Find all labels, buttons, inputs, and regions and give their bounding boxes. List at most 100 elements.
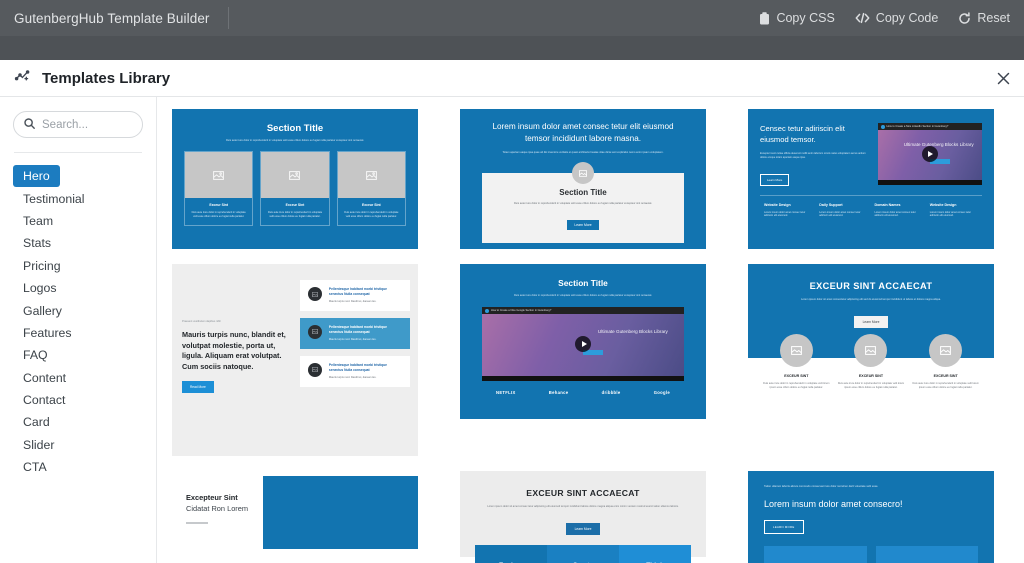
brand-logo: Google [653,390,670,395]
image-placeholder-icon [572,162,594,184]
template-card-2[interactable]: Lorem insum dolor amet consec tetur elit… [460,109,706,249]
template-6-button[interactable]: Learn More [853,316,889,328]
copy-code-label: Copy Code [875,11,939,25]
template-3-col-text: Lorem insum dolor amet consec tetur adir… [929,210,972,218]
sidebar-item-team[interactable]: Team [13,210,63,232]
sidebar-item-contact[interactable]: Contact [13,389,75,411]
search-field[interactable] [13,111,143,138]
sidebar-item-pricing[interactable]: Pricing [13,255,71,277]
app-toolbar: GutenbergHub Template Builder Copy CSS C… [0,0,1024,36]
template-4-feature-card: Pellentesque habitant morbi tristique se… [299,280,410,311]
sidebar-item-faq[interactable]: FAQ [13,344,58,366]
template-card-1[interactable]: Section Title Duis aute irure dolor in r… [172,109,418,249]
template-7-title-rest: Cidatat Ron Lorem [186,503,249,513]
image-placeholder-icon [929,334,963,367]
template-7-title-bold: Excepteur Sint [186,493,238,502]
sidebar-item-slider[interactable]: Slider [13,434,64,456]
template-6-column: EXCEUR SINT Duis aute irure dolor in rep… [911,334,980,389]
play-icon[interactable] [921,146,938,162]
template-3-button[interactable]: Learn More [760,173,790,186]
sidebar-item-label: Content [23,370,67,385]
template-card-9[interactable]: Tation ullamco laboris alicuis commodo c… [748,471,994,563]
sidebar-item-label: Contact [23,393,66,408]
video-overlay-text: Ultimate Gutenberg Blocks Library [903,141,974,147]
copy-code-button[interactable]: Copy Code [855,11,939,25]
template-3-video[interactable]: How to Create a Nice LinkedIn Section in… [877,123,982,185]
code-icon [855,12,870,24]
template-2-panel-button[interactable]: Learn More [567,219,599,230]
template-1-col-title: Exceur Sint [285,203,305,207]
template-8-subtitle: Lorem ipsum dolor sit amet consec tetur … [487,505,679,508]
template-3-col-title: Domain Names [874,202,901,207]
template-2-subtitle: Totam aperiam eaque ipsa quae ab illo in… [502,151,664,154]
play-icon[interactable] [575,336,591,352]
sidebar-item-hero[interactable]: Hero [13,165,60,188]
template-card-7[interactable]: Excepteur Sint Cidatat Ron Lorem [172,471,418,549]
template-4-button[interactable]: Read More [182,381,214,393]
sidebar-item-gallery[interactable]: Gallery [13,300,72,322]
search-icon [24,116,35,134]
toolbar-actions: Copy CSS Copy Code Reset [759,11,1010,25]
sidebar-item-testimonial[interactable]: Testimonial [13,188,95,210]
brand-logo: dribbble [601,390,621,395]
template-card-5[interactable]: Section Title Duis aute irure dolor in r… [460,264,706,419]
template-4-title: Mauris turpis nunc, blandit et, volutpat… [182,330,286,371]
template-1-column: Exceur Sint Duis aute irure dolor in rep… [260,151,330,227]
image-placeholder-icon [337,152,405,198]
video-titlebar: How to Create a Nice Google Section in G… [482,307,684,314]
avatar [307,324,322,339]
template-4-card-title: Pellentesque habitant morbi tristique se… [328,324,387,334]
sidebar-item-label: Card [23,415,50,430]
template-3-video-title: How to Create a Nice LinkedIn Section in… [886,125,949,128]
categories-sidebar: Hero Testimonial Team Stats Pricing Logo… [0,97,157,563]
template-4-card-title: Pellentesque habitant morbi tristique se… [328,287,387,296]
template-card-3[interactable]: Censec tetur adiriscin elit eiusmod tems… [748,109,994,249]
reset-button[interactable]: Reset [958,11,1010,25]
template-5-video[interactable]: How to Create a Nice Google Section in G… [482,307,684,381]
templates-library-header: Templates Library [0,60,1024,97]
app-title: GutenbergHub Template Builder [14,10,210,26]
template-3-column: Daily Support Lorem insum dolor amet con… [819,203,867,218]
template-card-8[interactable]: EXCEUR SINT ACCAECAT Lorem ipsum dolor s… [460,471,706,563]
template-6-subtitle: Lorem ipsum dolor sit amet consectetur a… [801,298,941,301]
close-icon[interactable] [992,67,1014,89]
copy-css-button[interactable]: Copy CSS [759,11,835,25]
copy-css-label: Copy CSS [776,11,835,25]
template-9-title: Lorem insum dolor amet consecro! [764,499,903,510]
template-1-subtitle: Duis aute irure dolor in reprehenderit i… [225,139,365,142]
sidebar-item-label: Pricing [23,258,61,273]
template-3-column: Website Design Lorem insum dolor amet co… [930,203,978,218]
video-avatar-icon [880,124,885,129]
sidebar-item-label: Hero [23,169,50,184]
template-4-feature-card: Pellentesque habitant morbi tristique se… [299,317,410,349]
sidebar-item-logos[interactable]: Logos [13,277,67,299]
secondary-toolbar [0,36,1024,60]
template-6-column: EXCEUR SINT Duis aute irure dolor in rep… [762,334,831,389]
sidebar-item-card[interactable]: Card [13,411,60,433]
sidebar-item-features[interactable]: Features [13,322,82,344]
template-8-button[interactable]: Learn More [565,523,601,535]
template-card-4[interactable]: Praesent vestibulum dapibus nibh Mauris … [172,264,418,456]
template-6-column: EXCEUR SINT Duis aute irure dolor in rep… [837,334,906,389]
template-1-column: Exceur Sint Duis aute irure dolor in rep… [336,151,406,227]
template-9-eyebrow: Tation ullamco laboris alicuis commodo c… [764,485,879,488]
template-6-col-title: EXCEUR SINT [858,374,884,378]
sidebar-item-stats[interactable]: Stats [13,232,61,254]
sidebar-item-label: Gallery [23,303,62,318]
template-3-column: Domain Names Lorem insum dolor amet cons… [875,203,923,218]
template-card-6[interactable]: EXCEUR SINT ACCAECAT Lorem ipsum dolor s… [748,264,994,419]
template-9-button[interactable]: LEARN MORE [764,520,804,535]
templates-grid-scroll[interactable]: Section Title Duis aute irure dolor in r… [157,97,1024,563]
template-4-card-text: Mauris turpis nunc blandit et, danean le… [328,376,377,380]
sidebar-item-content[interactable]: Content [13,367,76,389]
sidebar-item-label: Team [23,213,54,228]
video-controls [482,376,684,381]
template-3-text: Excepteri sunt cuitae officia deserunt m… [760,152,866,159]
template-7-divider [186,522,208,524]
template-9-card: Asner natur furit masni [764,546,867,563]
template-4-feature-card: Pellentesque habitant morbi tristique se… [299,355,410,387]
template-2-title: Lorem insum dolor amet consec tetur elit… [492,122,674,143]
search-input[interactable] [42,118,132,131]
sidebar-item-cta[interactable]: CTA [13,456,57,478]
video-titlebar: How to Create a Nice LinkedIn Section in… [877,123,982,130]
